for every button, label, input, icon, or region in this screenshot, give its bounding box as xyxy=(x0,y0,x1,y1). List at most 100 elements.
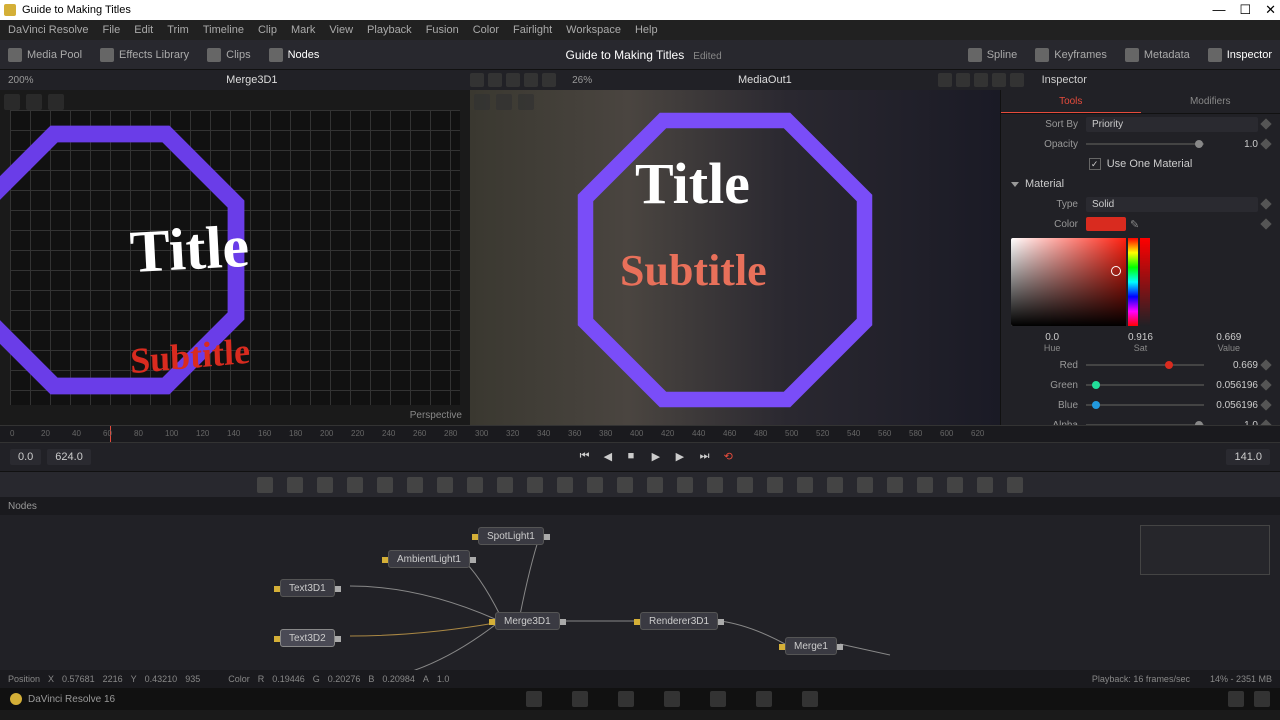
scale-tool-icon[interactable] xyxy=(518,94,534,110)
menu-playback[interactable]: Playback xyxy=(367,24,412,36)
viewer-a-zoom[interactable]: 200% xyxy=(8,75,34,86)
node-spotlight1[interactable]: SpotLight1 xyxy=(478,527,544,545)
viewer-a[interactable]: Title Subtitle Perspective xyxy=(0,90,470,425)
node-tool-icon[interactable] xyxy=(587,477,603,493)
menu-workspace[interactable]: Workspace xyxy=(566,24,621,36)
page-fairlight-icon[interactable] xyxy=(756,691,772,707)
node-tool-icon[interactable] xyxy=(1007,477,1023,493)
project-settings-icon[interactable] xyxy=(1228,691,1244,707)
tab-tools[interactable]: Tools xyxy=(1001,90,1141,113)
node-tool-icon[interactable] xyxy=(527,477,543,493)
goto-end-icon[interactable]: ⏭ xyxy=(700,450,714,464)
tab-modifiers[interactable]: Modifiers xyxy=(1141,90,1280,113)
menu-mark[interactable]: Mark xyxy=(291,24,315,36)
scale-tool-icon[interactable] xyxy=(48,94,64,110)
media-pool-button[interactable]: Media Pool xyxy=(8,48,82,62)
node-tool-icon[interactable] xyxy=(647,477,663,493)
settings-icon[interactable] xyxy=(1254,691,1270,707)
green-slider[interactable] xyxy=(1086,384,1204,386)
timecode-start[interactable]: 0.0 xyxy=(10,449,41,465)
page-deliver-icon[interactable] xyxy=(802,691,818,707)
view-icon[interactable] xyxy=(938,73,952,87)
menu-fusion[interactable]: Fusion xyxy=(426,24,459,36)
keyframes-button[interactable]: Keyframes xyxy=(1035,48,1107,62)
node-tool-icon[interactable] xyxy=(977,477,993,493)
node-output-port[interactable] xyxy=(470,557,476,563)
stop-icon[interactable]: ■ xyxy=(628,450,642,464)
node-text3d2[interactable]: Text3D2 xyxy=(280,629,335,647)
node-input-port[interactable] xyxy=(274,586,280,592)
sat-value[interactable]: 0.916 xyxy=(1099,332,1181,343)
node-tool-icon[interactable] xyxy=(347,477,363,493)
menu-help[interactable]: Help xyxy=(635,24,658,36)
node-output-port[interactable] xyxy=(544,534,550,540)
play-icon[interactable]: ▶ xyxy=(652,450,666,464)
keyframe-diamond-icon[interactable] xyxy=(1260,399,1271,410)
page-media-icon[interactable] xyxy=(526,691,542,707)
opacity-value[interactable]: 1.0 xyxy=(1208,139,1258,150)
red-value[interactable]: 0.669 xyxy=(1208,360,1258,371)
step-fwd-icon[interactable]: ▶ xyxy=(676,450,690,464)
node-merge1[interactable]: Merge1 xyxy=(785,637,837,655)
opacity-slider[interactable] xyxy=(1086,143,1204,145)
node-graph[interactable]: SpotLight1AmbientLight1Text3D1Text3D2Sha… xyxy=(0,515,1280,670)
node-input-port[interactable] xyxy=(382,557,388,563)
chevron-down-icon[interactable] xyxy=(1011,182,1019,187)
node-tool-icon[interactable] xyxy=(767,477,783,493)
blue-value[interactable]: 0.056196 xyxy=(1208,400,1258,411)
viewer-b-zoom[interactable]: 26% xyxy=(572,75,592,86)
minimize-button[interactable]: — xyxy=(1212,2,1225,18)
node-tool-icon[interactable] xyxy=(497,477,513,493)
node-tool-icon[interactable] xyxy=(317,477,333,493)
page-edit-icon[interactable] xyxy=(618,691,634,707)
node-tool-icon[interactable] xyxy=(437,477,453,493)
menu-timeline[interactable]: Timeline xyxy=(203,24,244,36)
node-output-port[interactable] xyxy=(718,619,724,625)
view-icon[interactable] xyxy=(524,73,538,87)
timecode-current[interactable]: 141.0 xyxy=(1226,449,1270,465)
page-color-icon[interactable] xyxy=(710,691,726,707)
hue-value[interactable]: 0.0 xyxy=(1011,332,1093,343)
metadata-button[interactable]: Metadata xyxy=(1125,48,1190,62)
step-back-icon[interactable]: ◀ xyxy=(604,450,618,464)
menu-clip[interactable]: Clip xyxy=(258,24,277,36)
page-cut-icon[interactable] xyxy=(572,691,588,707)
use-one-material-checkbox[interactable]: ✓ xyxy=(1089,158,1101,170)
view-icon[interactable] xyxy=(506,73,520,87)
move-tool-icon[interactable] xyxy=(4,94,20,110)
green-value[interactable]: 0.056196 xyxy=(1208,380,1258,391)
node-input-port[interactable] xyxy=(634,619,640,625)
keyframe-diamond-icon[interactable] xyxy=(1260,198,1271,209)
nodes-button[interactable]: Nodes xyxy=(269,48,320,62)
node-tool-icon[interactable] xyxy=(707,477,723,493)
menu-view[interactable]: View xyxy=(329,24,353,36)
inspector-button[interactable]: Inspector xyxy=(1208,48,1272,62)
minimap[interactable] xyxy=(1140,525,1270,575)
effects-library-button[interactable]: Effects Library xyxy=(100,48,189,62)
keyframe-diamond-icon[interactable] xyxy=(1260,218,1271,229)
node-tool-icon[interactable] xyxy=(557,477,573,493)
color-picker[interactable] xyxy=(1011,238,1270,326)
node-tool-icon[interactable] xyxy=(467,477,483,493)
clips-button[interactable]: Clips xyxy=(207,48,250,62)
view-icon[interactable] xyxy=(470,73,484,87)
keyframe-diamond-icon[interactable] xyxy=(1260,359,1271,370)
node-tool-icon[interactable] xyxy=(827,477,843,493)
node-tool-icon[interactable] xyxy=(797,477,813,493)
node-tool-icon[interactable] xyxy=(737,477,753,493)
viewer-b[interactable]: Title Subtitle xyxy=(470,90,1000,425)
node-text3d1[interactable]: Text3D1 xyxy=(280,579,335,597)
node-tool-icon[interactable] xyxy=(257,477,273,493)
maximize-button[interactable]: ☐ xyxy=(1239,2,1251,18)
loop-icon[interactable]: ⟲ xyxy=(724,450,738,464)
type-select[interactable]: Solid xyxy=(1086,197,1258,212)
close-button[interactable]: ✕ xyxy=(1265,2,1276,18)
menu-davinci[interactable]: DaVinci Resolve xyxy=(8,24,89,36)
node-tool-icon[interactable] xyxy=(287,477,303,493)
goto-start-icon[interactable]: ⏮ xyxy=(580,450,594,464)
keyframe-diamond-icon[interactable] xyxy=(1260,138,1271,149)
menu-edit[interactable]: Edit xyxy=(134,24,153,36)
sortby-select[interactable]: Priority xyxy=(1086,117,1258,132)
menu-file[interactable]: File xyxy=(103,24,121,36)
keyframe-diamond-icon[interactable] xyxy=(1260,379,1271,390)
